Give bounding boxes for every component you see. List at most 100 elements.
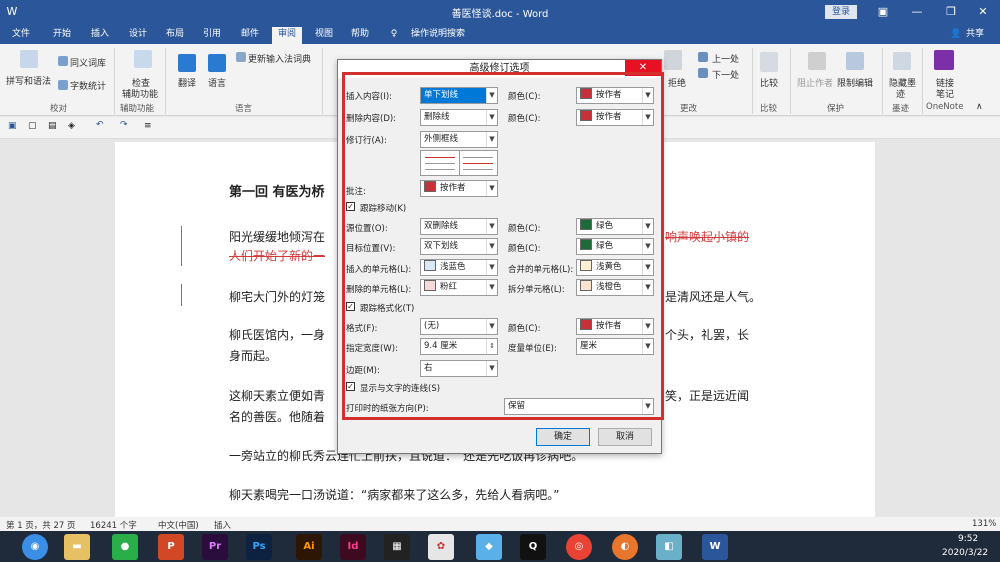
separator [322,48,323,114]
paragraph-4c: 名的善医。他随着 [229,410,326,424]
open-icon[interactable]: ▤ [48,121,57,131]
hide-ink-button-line2[interactable]: 迹 [896,87,905,100]
reject-button[interactable]: 拒绝 [668,76,686,89]
clock-time[interactable]: 9:52 [958,534,978,544]
undo-icon[interactable]: ↶ [96,120,104,130]
wordcount-button[interactable]: 字数统计 [70,79,106,92]
accessibility-icon [134,50,152,68]
spelling-button[interactable]: 拼写和语法 [6,74,51,87]
separator [790,48,791,114]
minimize-icon[interactable]: — [900,0,934,24]
taskbar: ◉ ▬ ● P Pr Ps Ai Id ▦ ✿ ◆ Q ◎ ◐ ◧ W 9:52… [0,531,1000,562]
linked-notes-button-line2[interactable]: 笔记 [936,87,954,100]
wordcount-icon [58,80,68,90]
indesign-icon[interactable]: Id [340,534,366,560]
previous-icon [698,52,708,62]
accessibility-button-line2[interactable]: 辅助功能 [122,87,158,100]
deleted-text-1: 人们开始了新的一 [229,249,326,263]
redo-icon[interactable]: ↷ [120,120,128,130]
tab-design[interactable]: 设计 [126,27,150,44]
update-ime-button[interactable]: 更新输入法词典 [248,52,311,65]
new-doc-icon[interactable]: ▢ [28,121,37,131]
tab-home[interactable]: 开始 [50,27,74,44]
app-icon-2[interactable]: ◆ [476,534,502,560]
tab-file[interactable]: 文件 [10,27,32,44]
collapse-ribbon-icon[interactable]: ∧ [976,102,983,112]
tab-mailings[interactable]: 邮件 [238,27,262,44]
page-count[interactable]: 第 1 页，共 27 页 [6,519,76,531]
tab-layout[interactable]: 布局 [163,27,187,44]
group-changes: 更改 [680,104,698,114]
status-bar: 第 1 页，共 27 页 16241 个字 中文(中国) 插入 131% [0,517,1000,531]
compare-icon [760,52,778,72]
maximize-icon[interactable]: ❐ [934,0,968,24]
tab-references[interactable]: 引用 [200,27,224,44]
cancel-button[interactable]: 取消 [598,428,652,446]
powerpoint-icon[interactable]: P [158,534,184,560]
paragraph-3c: 身而起。 [229,349,278,363]
group-ink: 墨迹 [892,104,910,114]
clock-date[interactable]: 2020/3/22 [942,548,988,558]
update-ime-icon [236,52,246,62]
tell-me-search[interactable]: 操作说明搜索 [408,27,468,44]
chapter-heading: 第一回 有医为桥 [229,185,325,200]
next-icon [698,68,708,78]
photoshop-icon[interactable]: Ps [246,534,272,560]
chrome-icon[interactable]: ◎ [566,534,592,560]
touch-mode-icon[interactable]: ◈ [68,121,75,131]
group-language: 语言 [235,104,253,114]
thesaurus-button[interactable]: 同义词库 [70,56,106,69]
paragraph-2b: 是清风还是人气。 [665,290,762,304]
language-status[interactable]: 中文(中国) [158,519,199,531]
video-editor-icon[interactable]: ▦ [384,534,410,560]
app-icon-3[interactable]: ◐ [612,534,638,560]
file-explorer-icon[interactable]: ▬ [64,534,90,560]
separator [922,48,923,114]
compare-button[interactable]: 比较 [760,76,778,89]
customize-toolbar-icon[interactable]: ≡ [144,121,152,131]
language-button[interactable]: 语言 [208,76,226,89]
paragraph-3b: 个头，礼罢，长 [665,328,750,342]
paragraph-4b: 笑，正是远近闻 [665,389,750,403]
deleted-text-2: 响声唤起小镇的 [665,230,750,244]
tab-view[interactable]: 视图 [312,27,336,44]
app-icon-4[interactable]: ◧ [656,534,682,560]
ribbon-display-icon[interactable]: ▣ [866,0,900,24]
login-button[interactable]: 登录 [825,5,857,19]
zoom-level[interactable]: 131% [972,519,996,529]
change-bar [181,284,182,306]
hide-ink-icon [893,52,911,70]
group-proofing: 校对 [50,104,68,114]
tab-help[interactable]: 帮助 [348,27,372,44]
ok-button[interactable]: 确定 [536,428,590,446]
wechat-icon[interactable]: ● [112,534,138,560]
translate-button[interactable]: 翻译 [178,76,196,89]
premiere-icon[interactable]: Pr [202,534,228,560]
restrict-editing-button[interactable]: 限制编辑 [837,76,873,89]
illustrator-icon[interactable]: Ai [296,534,322,560]
paragraph-4a: 这柳天素立便如青 [229,389,326,403]
block-authors-button[interactable]: 阻止作者 [797,76,833,89]
share-button[interactable]: 共享 [964,27,986,44]
paragraph-2a: 柳宅大门外的灯笼 [229,290,326,304]
start-icon[interactable]: ◉ [22,534,48,560]
tab-review[interactable]: 审阅 [272,27,302,44]
scrollbar[interactable] [976,139,1000,517]
separator [165,48,166,114]
input-mode[interactable]: 插入 [214,519,231,531]
tab-insert[interactable]: 插入 [88,27,112,44]
title-bar: W 善医怪谈.doc - Word 登录 ▣ — ❐ ✕ [0,0,1000,24]
app-icon-1[interactable]: ✿ [428,534,454,560]
previous-change-button[interactable]: 上一处 [712,52,739,65]
group-onenote: OneNote [926,102,964,112]
close-icon[interactable]: ✕ [966,0,1000,24]
group-accessibility: 辅助功能 [120,104,155,114]
lightbulb-icon: ♀ [390,29,398,39]
separator [752,48,753,114]
word-count[interactable]: 16241 个字 [90,519,137,531]
paragraph-3a: 柳氏医馆内，一身 [229,328,326,342]
qq-icon[interactable]: Q [520,534,546,560]
next-change-button[interactable]: 下一处 [712,68,739,81]
word-taskbar-icon[interactable]: W [702,534,728,560]
save-icon[interactable]: ▣ [8,121,17,131]
